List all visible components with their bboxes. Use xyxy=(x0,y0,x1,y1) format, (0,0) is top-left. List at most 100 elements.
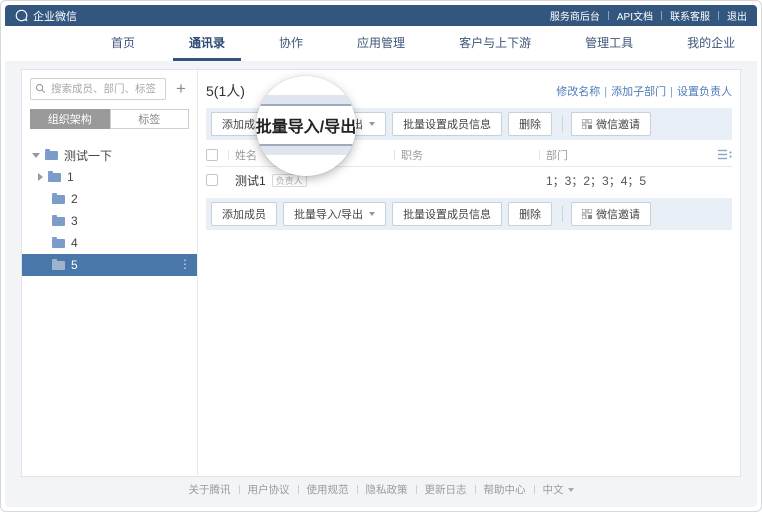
sidebar: + 组织架构 标签 测试一下 1 xyxy=(22,70,198,476)
sidebar-tabs: 组织架构 标签 xyxy=(30,109,189,129)
contacts-card: + 组织架构 标签 测试一下 1 xyxy=(21,69,741,477)
nav-collaboration[interactable]: 协作 xyxy=(263,26,319,61)
department-title: 5(1人) xyxy=(206,83,245,99)
topbar: 企业微信 服务商后台 API文档 联系客服 退出 xyxy=(5,5,757,26)
nav-contacts[interactable]: 通讯录 xyxy=(173,26,242,61)
divider xyxy=(607,11,609,20)
tree-label: 测试一下 xyxy=(64,148,113,163)
wechat-invite-button[interactable]: 微信邀请 xyxy=(571,112,652,136)
divider xyxy=(415,485,417,494)
toolbar-bottom: 添加成员 批量导入/导出 批量设置成员信息 删除 微信邀请 xyxy=(206,198,732,230)
folder-icon xyxy=(52,236,65,248)
wechat-invite-button[interactable]: 微信邀请 xyxy=(571,202,652,226)
wework-admin-window: 企业微信 服务商后台 API文档 联系客服 退出 首页 通讯录 协作 应用管理 … xyxy=(0,0,762,512)
magnified-button-top-edge xyxy=(256,95,356,106)
qr-code-icon xyxy=(582,209,593,219)
footer-help-center[interactable]: 帮助中心 xyxy=(484,482,526,497)
department-actions: 修改名称 添加子部门 设置负责人 xyxy=(556,83,732,99)
add-department-button[interactable]: + xyxy=(173,80,189,97)
tree-item-root[interactable]: 测试一下 xyxy=(22,144,197,166)
tree-label: 1 xyxy=(67,170,74,184)
folder-icon xyxy=(52,192,65,204)
col-department: 部门 xyxy=(546,149,568,162)
tree-label: 4 xyxy=(71,236,78,250)
tree-item-2[interactable]: 2 xyxy=(22,188,197,210)
divider xyxy=(238,485,240,494)
footer-usage-rules[interactable]: 使用规范 xyxy=(307,482,349,497)
member-name[interactable]: 测试1 xyxy=(235,172,266,189)
member-department: 1；3；2；3；4；5 xyxy=(546,173,647,188)
folder-icon xyxy=(52,258,65,270)
brand: 企业微信 xyxy=(15,8,77,24)
add-subdepartment-link[interactable]: 添加子部门 xyxy=(611,83,677,99)
divider xyxy=(356,485,358,494)
divider xyxy=(718,11,719,20)
row-checkbox[interactable] xyxy=(206,174,218,186)
footer-user-agreement[interactable]: 用户协议 xyxy=(248,482,290,497)
brand-label: 企业微信 xyxy=(33,10,77,23)
link-provider-console[interactable]: 服务商后台 xyxy=(550,8,600,23)
tree-label: 2 xyxy=(71,192,78,206)
qr-code-icon xyxy=(582,119,593,129)
more-icon[interactable]: ⋮ xyxy=(179,257,191,271)
topbar-links: 服务商后台 API文档 联系客服 退出 xyxy=(550,8,747,23)
divider xyxy=(533,485,535,494)
divider xyxy=(474,485,476,494)
tree-item-5[interactable]: 5 ⋮ xyxy=(22,254,197,276)
search-input[interactable] xyxy=(30,78,166,100)
footer-changelog[interactable]: 更新日志 xyxy=(425,482,467,497)
footer-about-tencent[interactable]: 关于腾讯 xyxy=(189,482,231,497)
add-member-button[interactable]: 添加成员 xyxy=(211,202,277,226)
nav-home[interactable]: 首页 xyxy=(95,26,151,61)
batch-set-info-button[interactable]: 批量设置成员信息 xyxy=(392,112,503,136)
footer-privacy-policy[interactable]: 隐私政策 xyxy=(366,482,408,497)
nav-app-management[interactable]: 应用管理 xyxy=(341,26,421,61)
delete-button[interactable]: 删除 xyxy=(508,202,553,226)
caret-down-icon xyxy=(369,212,376,216)
caret-down-icon xyxy=(567,487,574,492)
set-owner-link[interactable]: 设置负责人 xyxy=(677,83,732,99)
magnified-button-label: 批量导入/导出 xyxy=(256,119,356,136)
divider xyxy=(562,116,564,132)
batch-set-info-button[interactable]: 批量设置成员信息 xyxy=(392,202,503,226)
divider xyxy=(661,11,662,20)
caret-down-icon[interactable] xyxy=(32,152,40,158)
column-settings-icon[interactable] xyxy=(718,149,732,160)
divider xyxy=(562,206,564,222)
folder-icon xyxy=(48,170,61,182)
footer: 关于腾讯 用户协议 使用规范 隐私政策 更新日志 帮助中心 中文 xyxy=(5,482,757,497)
caret-right-icon[interactable] xyxy=(38,173,43,181)
wework-logo-icon xyxy=(15,9,28,22)
page-body: + 组织架构 标签 测试一下 1 xyxy=(5,61,757,507)
rename-link[interactable]: 修改名称 xyxy=(556,83,611,99)
org-tree: 测试一下 1 2 3 4 5 ⋮ xyxy=(22,144,197,276)
search-box xyxy=(30,78,166,100)
main-nav: 首页 通讯录 协作 应用管理 客户与上下游 管理工具 我的企业 xyxy=(5,26,757,61)
magnifier-callout: 批量导入/导出 xyxy=(256,76,356,176)
folder-icon xyxy=(52,214,65,226)
col-title: 职务 xyxy=(401,149,423,162)
magnified-button-bottom-edge xyxy=(256,144,356,155)
nav-my-company[interactable]: 我的企业 xyxy=(671,26,751,61)
search-icon xyxy=(35,83,46,94)
tab-org-structure[interactable]: 组织架构 xyxy=(30,109,110,129)
link-logout[interactable]: 退出 xyxy=(727,8,747,23)
link-contact-support[interactable]: 联系客服 xyxy=(670,8,710,23)
tree-item-4[interactable]: 4 xyxy=(22,232,197,254)
delete-button[interactable]: 删除 xyxy=(508,112,553,136)
tree-label: 3 xyxy=(71,214,78,228)
language-selector[interactable]: 中文 xyxy=(543,482,564,497)
select-all-checkbox[interactable] xyxy=(206,148,218,161)
nav-customers[interactable]: 客户与上下游 xyxy=(443,26,547,61)
folder-icon xyxy=(45,148,58,160)
nav-admin-tools[interactable]: 管理工具 xyxy=(569,26,649,61)
col-name: 姓名 xyxy=(235,149,257,162)
tree-item-1[interactable]: 1 xyxy=(22,166,197,188)
tree-label: 5 xyxy=(71,258,78,272)
tree-item-3[interactable]: 3 xyxy=(22,210,197,232)
import-export-button[interactable]: 批量导入/导出 xyxy=(283,202,387,226)
caret-down-icon xyxy=(369,122,376,126)
divider xyxy=(297,485,299,494)
tab-labels[interactable]: 标签 xyxy=(109,109,189,129)
link-api-docs[interactable]: API文档 xyxy=(617,8,653,23)
